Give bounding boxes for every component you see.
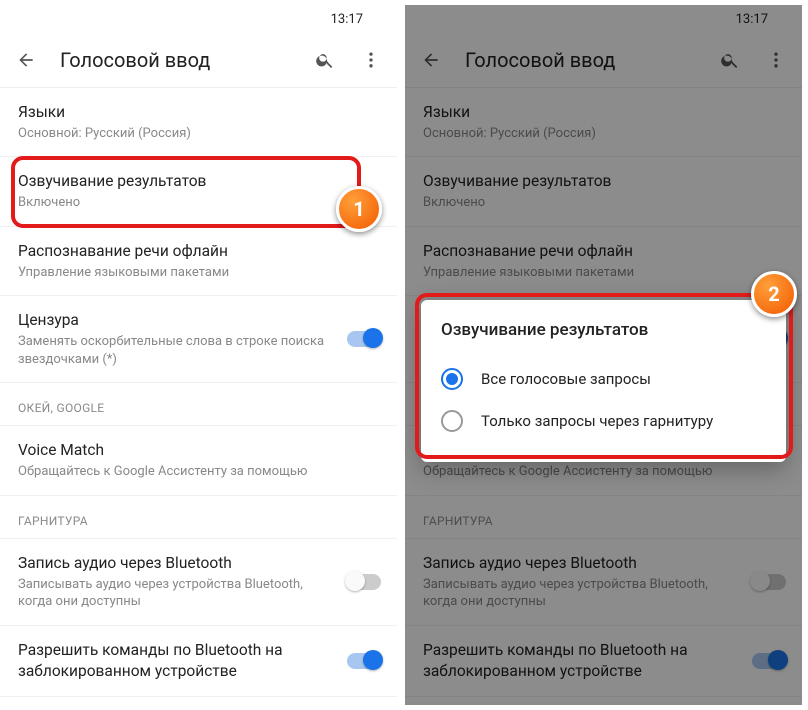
item-title: Запись аудио через Bluetooth (423, 553, 784, 574)
more-icon[interactable] (359, 48, 383, 72)
item-subtitle: Управление языковыми пакетами (18, 264, 379, 282)
item-censor[interactable]: Цензура Заменять оскорбительные слова в … (0, 296, 397, 383)
search-icon[interactable] (718, 48, 742, 72)
item-subtitle: Записывать аудио через устройства Blueto… (18, 576, 379, 611)
item-headset-commands[interactable]: Разрешить команды по гарнитуре на заблок… (405, 697, 802, 705)
item-subtitle: Включено (423, 194, 784, 212)
back-icon[interactable] (419, 48, 443, 72)
item-subtitle: Заменять оскорбительные слова в строке п… (18, 333, 379, 368)
back-icon[interactable] (14, 48, 38, 72)
section-headset: ГАРНИТУРА (0, 496, 397, 539)
app-bar: Голосовой ввод (0, 33, 397, 88)
item-title: Цензура (18, 310, 379, 331)
more-icon[interactable] (764, 48, 788, 72)
item-subtitle: Управление языковыми пакетами (423, 264, 784, 282)
annotation-callout-1: 1 (336, 186, 382, 232)
callout-number: 1 (353, 197, 364, 221)
callout-number: 2 (768, 282, 779, 306)
status-bar: 13:17 (405, 5, 802, 33)
item-voice-match[interactable]: Voice Match Обращайтесь к Google Ассисте… (0, 426, 397, 495)
item-bt-commands[interactable]: Разрешить команды по Bluetooth на заблок… (405, 626, 802, 697)
app-bar: Голосовой ввод (405, 33, 802, 88)
item-title: Запись аудио через Bluetooth (18, 553, 379, 574)
item-speak-results[interactable]: Озвучивание результатов Включено (405, 157, 802, 226)
item-subtitle: Основной: Русский (Россия) (423, 125, 784, 143)
item-offline-speech[interactable]: Распознавание речи офлайн Управление язы… (0, 227, 397, 296)
item-bt-audio[interactable]: Запись аудио через Bluetooth Записывать … (405, 539, 802, 626)
item-title: Озвучивание результатов (423, 171, 784, 192)
item-languages[interactable]: Языки Основной: Русский (Россия) (0, 88, 397, 157)
status-time: 13:17 (736, 12, 768, 27)
toggle-censor[interactable] (347, 331, 381, 347)
status-time: 13:17 (331, 12, 363, 27)
screen-left: 13:17 Голосовой ввод Языки Основной: Рус… (0, 5, 397, 705)
annotation-highlight-1 (11, 156, 361, 228)
annotation-callout-2: 2 (751, 271, 797, 317)
appbar-title: Голосовой ввод (443, 48, 718, 72)
search-icon[interactable] (313, 48, 337, 72)
section-headset: ГАРНИТУРА (405, 496, 802, 539)
item-title: Разрешить команды по Bluetooth на заблок… (18, 640, 379, 682)
item-title: Voice Match (18, 440, 379, 461)
phone-frame-left: 13:17 Голосовой ввод Языки Основной: Рус… (0, 5, 397, 705)
item-bt-commands[interactable]: Разрешить команды по Bluetooth на заблок… (0, 626, 397, 697)
status-bar: 13:17 (0, 5, 397, 33)
item-headset-commands[interactable]: Разрешить команды по гарнитуре на заблок… (0, 697, 397, 705)
item-title: Распознавание речи офлайн (423, 241, 784, 262)
item-subtitle: Обращайтесь к Google Ассистенту за помощ… (423, 463, 784, 481)
item-subtitle: Обращайтесь к Google Ассистенту за помощ… (18, 463, 379, 481)
item-title: Распознавание речи офлайн (18, 241, 379, 262)
phone-frame-right: 13:17 Голосовой ввод Языки Основной: Рус… (405, 5, 802, 705)
item-languages[interactable]: Языки Основной: Русский (Россия) (405, 88, 802, 157)
annotation-highlight-2 (415, 293, 793, 459)
section-ok-google: ОКЕЙ, GOOGLE (0, 383, 397, 426)
appbar-title: Голосовой ввод (38, 48, 313, 72)
toggle-bt-audio[interactable] (347, 574, 381, 590)
item-subtitle: Записывать аудио через устройства Blueto… (423, 576, 784, 611)
item-subtitle: Основной: Русский (Россия) (18, 125, 379, 143)
toggle-bt-commands[interactable] (347, 653, 381, 669)
toggle-bt-commands[interactable] (752, 653, 786, 669)
toggle-bt-audio[interactable] (752, 574, 786, 590)
item-title: Языки (423, 102, 784, 123)
item-title: Разрешить команды по Bluetooth на заблок… (423, 640, 784, 682)
item-title: Языки (18, 102, 379, 123)
item-offline-speech[interactable]: Распознавание речи офлайн Управление язы… (405, 227, 802, 296)
item-bt-audio[interactable]: Запись аудио через Bluetooth Записывать … (0, 539, 397, 626)
